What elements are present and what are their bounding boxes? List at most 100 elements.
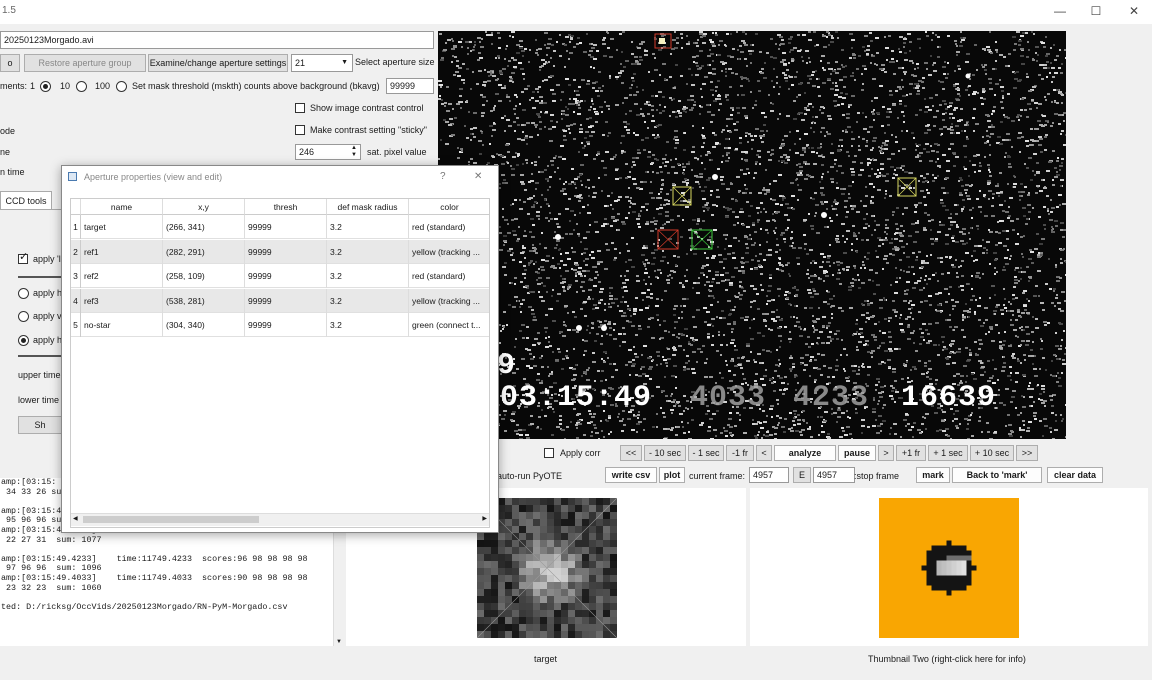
thumbnail-two-panel[interactable]	[750, 488, 1148, 646]
tab-ccd-tools[interactable]: CCD tools	[0, 191, 52, 209]
scroll-right-icon[interactable]: ▶	[482, 515, 487, 522]
plot-button[interactable]: plot	[659, 467, 685, 483]
mark-button[interactable]: mark	[916, 467, 950, 483]
increment-10-radio[interactable]	[76, 81, 87, 92]
cell-xy[interactable]: (538, 281)	[163, 288, 245, 313]
plus-1-frame-button[interactable]: +1 fr	[896, 445, 926, 461]
cell-xy[interactable]: (258, 109)	[163, 264, 245, 288]
apply-option-3-radio[interactable]	[18, 311, 29, 322]
table-row[interactable]: 3 ref2 (258, 109) 99999 3.2 red (standard)	[71, 264, 489, 288]
show-contrast-label: Show image contrast control	[310, 103, 424, 113]
write-csv-button[interactable]: write csv	[605, 467, 657, 483]
column-header-name[interactable]: name	[81, 199, 163, 215]
time-label: n time	[0, 167, 25, 177]
aperture-size-select[interactable]: 21 ▼	[291, 54, 353, 72]
cell-xy[interactable]: (266, 341)	[163, 215, 245, 239]
cell-thresh[interactable]: 99999	[245, 288, 327, 313]
increment-1-label: 1	[30, 81, 36, 91]
sat-pixel-spinbox[interactable]: 246 ▲ ▼	[295, 144, 361, 160]
step-back-button[interactable]: <	[756, 445, 772, 461]
cell-thresh[interactable]: 99999	[245, 239, 327, 264]
cell-xy[interactable]: (282, 291)	[163, 239, 245, 264]
pause-button[interactable]: pause	[838, 445, 876, 461]
e-button[interactable]: E	[793, 467, 811, 483]
column-header-color[interactable]: color	[409, 199, 489, 215]
table-row[interactable]: 2 ref1 (282, 291) 99999 3.2 yellow (tracking …	[71, 239, 489, 264]
horizontal-scrollbar[interactable]: ◀ ▶	[71, 513, 489, 526]
scroll-down-icon[interactable]: ▼	[336, 639, 342, 645]
cell-color[interactable]: red (standard)	[409, 264, 489, 288]
log-line: 23 32 23 sum: 1060	[1, 582, 102, 593]
restore-aperture-group-button[interactable]: Restore aperture group	[24, 54, 146, 72]
cell-radius[interactable]: 3.2	[327, 313, 409, 337]
help-icon[interactable]: ?	[440, 171, 446, 182]
sticky-contrast-label: Make contrast setting "sticky"	[310, 125, 427, 135]
table-row[interactable]: 5 no-star (304, 340) 99999 3.2 green (connect…	[71, 313, 489, 337]
dialog-title-bar: Aperture properties (view and edit) ? ✕	[62, 166, 498, 188]
cell-name[interactable]: ref3	[81, 288, 163, 313]
mask-threshold-field[interactable]: 99999	[386, 78, 434, 94]
cell-name[interactable]: ref2	[81, 264, 163, 288]
apply-option-4-label: apply h	[33, 335, 63, 345]
increment-1-radio[interactable]	[40, 81, 51, 92]
minus-1-frame-button[interactable]: -1 fr	[726, 445, 754, 461]
partial-button[interactable]: o	[0, 54, 20, 72]
spin-arrows-icon[interactable]: ▲ ▼	[351, 145, 357, 159]
show-button[interactable]: Sh	[18, 416, 62, 434]
current-frame-field[interactable]: 4957	[749, 467, 789, 483]
scrollbar-thumb[interactable]	[83, 516, 259, 523]
table-row[interactable]: 1 target (266, 341) 99999 3.2 red (standard)	[71, 215, 489, 239]
minimize-icon[interactable]: —	[1050, 4, 1070, 18]
apply-option-2-radio[interactable]	[18, 288, 29, 299]
cell-name[interactable]: no-star	[81, 313, 163, 337]
forward-fast-button[interactable]: >>	[1016, 445, 1038, 461]
close-icon[interactable]: ✕	[1124, 4, 1144, 18]
cell-color[interactable]: green (connect t...	[409, 313, 489, 337]
minus-10-sec-button[interactable]: - 10 sec	[644, 445, 686, 461]
scroll-left-icon[interactable]: ◀	[73, 515, 78, 522]
cell-color[interactable]: red (standard)	[409, 215, 489, 239]
aperture-no-star[interactable]	[691, 229, 713, 250]
back-to-mark-button[interactable]: Back to 'mark'	[952, 467, 1042, 483]
maximize-icon[interactable]: ☐	[1086, 4, 1106, 18]
apply-option-4-radio[interactable]	[18, 335, 29, 346]
plus-10-sec-button[interactable]: + 10 sec	[970, 445, 1014, 461]
rewind-fast-button[interactable]: <<	[620, 445, 642, 461]
thumbnail-two-label[interactable]: Thumbnail Two (right-click here for info…	[868, 654, 1026, 664]
clear-data-button[interactable]: clear data	[1047, 467, 1103, 483]
analyze-button[interactable]: analyze	[774, 445, 836, 461]
cell-thresh[interactable]: 99999	[245, 215, 327, 239]
cell-name[interactable]: target	[81, 215, 163, 239]
column-header-thresh[interactable]: thresh	[245, 199, 327, 215]
column-header-xy[interactable]: x,y	[163, 199, 245, 215]
minus-1-sec-button[interactable]: - 1 sec	[688, 445, 724, 461]
increment-100-radio[interactable]	[116, 81, 127, 92]
file-path-field[interactable]: 20250123Morgado.avi	[0, 31, 434, 49]
sticky-contrast-checkbox[interactable]	[295, 125, 305, 135]
video-frame[interactable]: 9 03:15:49 4033 4233 16639	[438, 31, 1066, 439]
dialog-close-icon[interactable]: ✕	[474, 171, 482, 182]
apply-corr-checkbox[interactable]	[544, 448, 554, 458]
examine-aperture-settings-button[interactable]: Examine/change aperture settings	[148, 54, 288, 72]
plus-1-sec-button[interactable]: + 1 sec	[928, 445, 968, 461]
cell-color[interactable]: yellow (tracking ...	[409, 289, 489, 313]
cell-xy[interactable]: (304, 340)	[163, 313, 245, 337]
step-forward-button[interactable]: >	[878, 445, 894, 461]
stop-frame-field[interactable]: 4957	[813, 467, 855, 483]
cell-thresh[interactable]: 99999	[245, 264, 327, 288]
cell-radius[interactable]: 3.2	[327, 264, 409, 288]
aperture-ref3[interactable]	[897, 177, 917, 197]
aperture-top[interactable]	[654, 33, 672, 49]
cell-color[interactable]: yellow (tracking ...	[409, 240, 489, 264]
cell-radius[interactable]: 3.2	[327, 215, 409, 239]
cell-radius[interactable]: 3.2	[327, 288, 409, 313]
cell-thresh[interactable]: 99999	[245, 313, 327, 337]
upper-time-label: upper time	[18, 370, 61, 380]
aperture-target[interactable]	[657, 229, 679, 250]
cell-radius[interactable]: 3.2	[327, 239, 409, 264]
column-header-radius[interactable]: def mask radius	[327, 199, 409, 215]
show-contrast-checkbox[interactable]	[295, 103, 305, 113]
aperture-ref1[interactable]	[672, 186, 692, 206]
table-row[interactable]: 4 ref3 (538, 281) 99999 3.2 yellow (tracking …	[71, 288, 489, 313]
cell-name[interactable]: ref1	[81, 239, 163, 264]
